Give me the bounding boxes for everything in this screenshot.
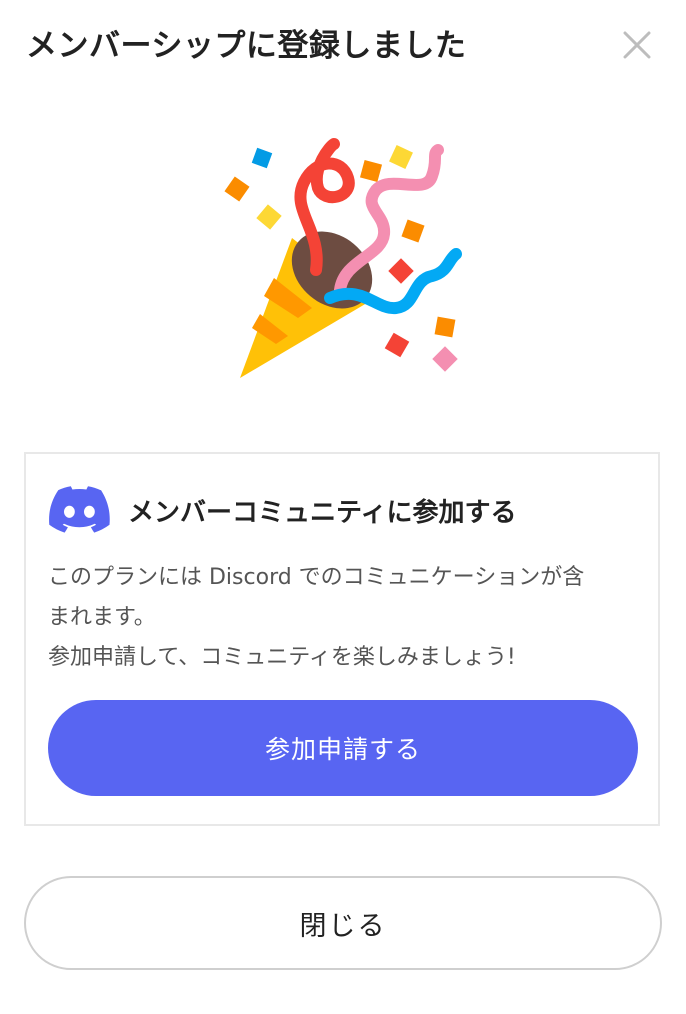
dialog-title: メンバーシップに登録しました (26, 28, 467, 64)
party-popper-icon (224, 138, 462, 378)
description-line: まれます。 (48, 605, 156, 630)
hero-illustration (212, 130, 482, 390)
discord-community-card: メンバーコミュニティに参加する このプランには Discord でのコミュニケー… (24, 452, 660, 826)
card-title: メンバーコミュニティに参加する (128, 497, 517, 528)
description-line: このプランには Discord でのコミュニケーションが含 (48, 565, 585, 590)
close-dialog-button[interactable]: 閉じる (24, 876, 662, 970)
description-line: 参加申請して、コミュニティを楽しみましょう! (48, 645, 516, 670)
close-button[interactable] (614, 22, 660, 68)
join-request-button[interactable]: 参加申請する (48, 700, 638, 796)
membership-dialog: メンバーシップに登録しました メンバーコミュニティに参加する このプランには D… (0, 0, 686, 1014)
card-description: このプランには Discord でのコミュニケーションが含 まれます。 参加申請… (48, 558, 648, 678)
card-header: メンバーコミュニティに参加する (48, 484, 516, 536)
discord-icon (48, 486, 110, 534)
close-icon (623, 31, 651, 59)
